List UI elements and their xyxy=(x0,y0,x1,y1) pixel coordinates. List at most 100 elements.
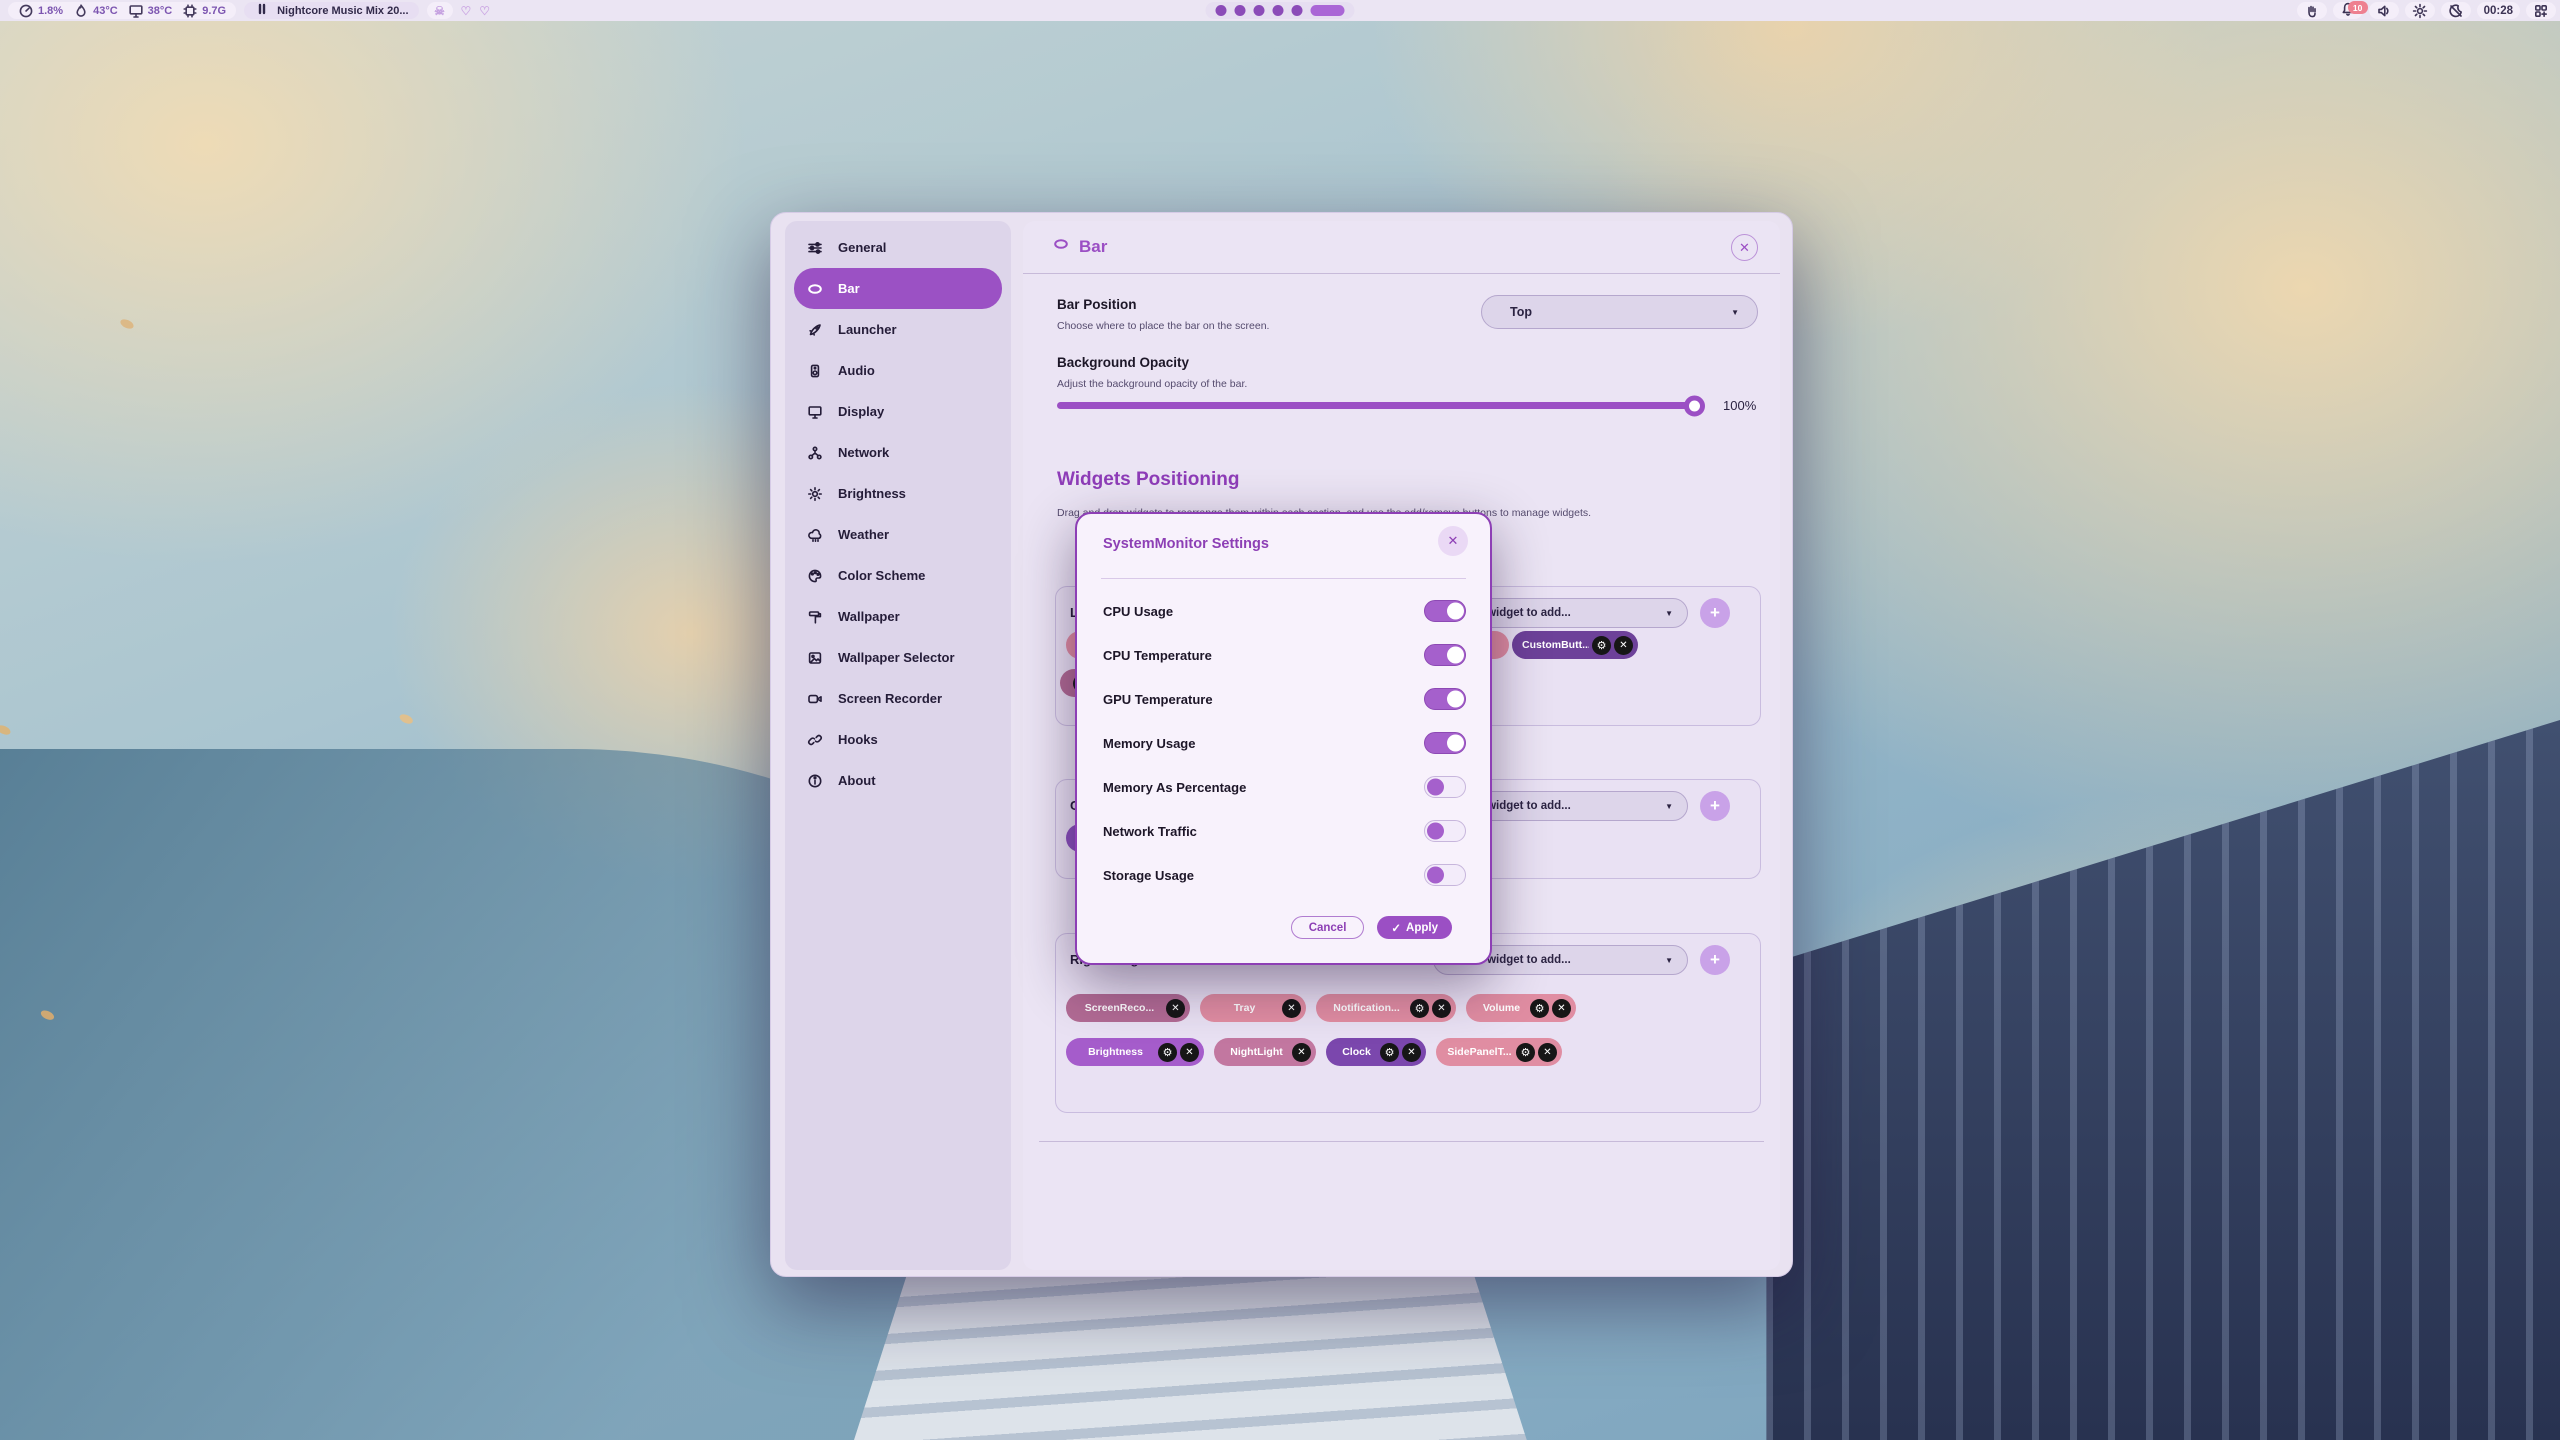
remove-widget-icon[interactable]: ✕ xyxy=(1538,1043,1557,1062)
link-icon xyxy=(807,732,824,748)
settings-sidebar: GeneralBarLauncherAudioDisplayNetworkBri… xyxy=(785,221,1011,1270)
sidebar-item-color-scheme[interactable]: Color Scheme xyxy=(794,555,1002,596)
workspace-indicator[interactable] xyxy=(1206,2,1355,19)
skull-icon[interactable]: ☠ xyxy=(427,2,453,19)
brightness-button[interactable] xyxy=(2405,2,2435,19)
heart-icon[interactable]: ♡ xyxy=(461,4,472,18)
widget-settings-icon[interactable]: ⚙ xyxy=(1516,1043,1535,1062)
widget-settings-icon[interactable]: ⚙ xyxy=(1158,1043,1177,1062)
sidebar-item-wallpaper[interactable]: Wallpaper xyxy=(794,596,1002,637)
dashboard-button[interactable] xyxy=(2526,2,2556,19)
sidebar-item-about[interactable]: About xyxy=(794,760,1002,801)
info-icon xyxy=(807,773,824,789)
toggle-network-traffic[interactable] xyxy=(1424,820,1466,842)
remove-widget-icon[interactable]: ✕ xyxy=(1614,636,1633,655)
opacity-slider[interactable] xyxy=(1057,402,1701,409)
widget-chip-custombutt[interactable]: CustomButt...⚙✕ xyxy=(1512,631,1638,659)
sidebar-item-network[interactable]: Network xyxy=(794,432,1002,473)
sidebar-item-general[interactable]: General xyxy=(794,227,1002,268)
monitor-icon xyxy=(128,3,144,19)
remove-widget-icon[interactable]: ✕ xyxy=(1166,999,1185,1018)
check-icon: ✓ xyxy=(1391,921,1401,935)
sidebar-item-wallpaper-selector[interactable]: Wallpaper Selector xyxy=(794,637,1002,678)
sidebar-item-bar[interactable]: Bar xyxy=(794,268,1002,309)
sidebar-item-display[interactable]: Display xyxy=(794,391,1002,432)
cancel-button[interactable]: Cancel xyxy=(1291,916,1365,939)
widget-chip-notification[interactable]: Notification...⚙✕ xyxy=(1316,994,1456,1022)
network-icon xyxy=(807,445,824,461)
toggle-memory-as-percentage[interactable] xyxy=(1424,776,1466,798)
dialog-row-network-traffic: Network Traffic xyxy=(1103,816,1466,846)
remove-widget-icon[interactable]: ✕ xyxy=(1402,1043,1421,1062)
tray-app-icon[interactable] xyxy=(2297,2,2327,19)
sidebar-item-brightness[interactable]: Brightness xyxy=(794,473,1002,514)
widget-chip-brightness[interactable]: Brightness⚙✕ xyxy=(1066,1038,1204,1066)
remove-widget-icon[interactable]: ✕ xyxy=(1292,1043,1311,1062)
header-divider xyxy=(1023,273,1780,274)
dialog-row-cpu-temperature: CPU Temperature xyxy=(1103,640,1466,670)
toggle-cpu-temperature[interactable] xyxy=(1424,644,1466,666)
toggle-storage-usage[interactable] xyxy=(1424,864,1466,886)
widget-settings-icon[interactable]: ⚙ xyxy=(1592,636,1611,655)
add-widget-button[interactable]: + xyxy=(1700,791,1730,821)
remove-widget-icon[interactable]: ✕ xyxy=(1282,999,1301,1018)
toggle-gpu-temperature[interactable] xyxy=(1424,688,1466,710)
night-light-button[interactable] xyxy=(2441,2,2471,19)
add-widget-button[interactable]: + xyxy=(1700,945,1730,975)
sidebar-item-audio[interactable]: Audio xyxy=(794,350,1002,391)
stat-gauge: 1.8% xyxy=(18,3,63,19)
workspace-dot[interactable] xyxy=(1216,5,1227,16)
widget-chip-nightlight[interactable]: NightLight✕ xyxy=(1214,1038,1316,1066)
topbar-left-group: 1.8%43°C38°C9.7G Nightcore Music Mix 20.… xyxy=(8,0,490,21)
stat-flame: 43°C xyxy=(73,3,118,19)
widget-settings-icon[interactable]: ⚙ xyxy=(1530,999,1549,1018)
media-player-pill[interactable]: Nightcore Music Mix 20... xyxy=(244,2,418,19)
remove-widget-icon[interactable]: ✕ xyxy=(1552,999,1571,1018)
widget-chip-sidepanelt[interactable]: SidePanelT...⚙✕ xyxy=(1436,1038,1562,1066)
widget-chip-clock[interactable]: Clock⚙✕ xyxy=(1326,1038,1426,1066)
heart-icon[interactable]: ♡ xyxy=(479,4,490,18)
media-title: Nightcore Music Mix 20... xyxy=(277,5,408,17)
dialog-buttons: Cancel ✓ Apply xyxy=(1291,916,1452,939)
notifications-button[interactable]: 10 xyxy=(2333,2,2363,19)
bar-oval-icon xyxy=(1053,236,1069,257)
camera-icon xyxy=(807,691,824,707)
widget-chip-tray[interactable]: Tray✕ xyxy=(1200,994,1306,1022)
system-stats-pill[interactable]: 1.8%43°C38°C9.7G xyxy=(8,2,236,19)
topbar-right-group: 10 00:28 xyxy=(2297,0,2556,21)
dialog-close-button[interactable]: ✕ xyxy=(1438,526,1468,556)
sidebar-item-hooks[interactable]: Hooks xyxy=(794,719,1002,760)
chevron-down-icon: ▼ xyxy=(1665,956,1673,965)
apply-button[interactable]: ✓ Apply xyxy=(1377,916,1452,939)
workspace-active[interactable] xyxy=(1311,5,1345,16)
close-settings-button[interactable]: ✕ xyxy=(1731,234,1758,261)
workspace-dot[interactable] xyxy=(1292,5,1303,16)
add-widget-button[interactable]: + xyxy=(1700,598,1730,628)
toggle-memory-usage[interactable] xyxy=(1424,732,1466,754)
widget-settings-icon[interactable]: ⚙ xyxy=(1380,1043,1399,1062)
dialog-row-storage-usage: Storage Usage xyxy=(1103,860,1466,890)
clock[interactable]: 00:28 xyxy=(2477,2,2520,19)
widget-chip-volume[interactable]: Volume⚙✕ xyxy=(1466,994,1576,1022)
bar-position-select[interactable]: Top ▼ xyxy=(1481,295,1758,329)
remove-widget-icon[interactable]: ✕ xyxy=(1432,999,1451,1018)
slider-knob[interactable] xyxy=(1684,395,1705,416)
widget-chip-screenreco[interactable]: ScreenReco...✕ xyxy=(1066,994,1190,1022)
gauge-icon xyxy=(18,3,34,19)
toggle-cpu-usage[interactable] xyxy=(1424,600,1466,622)
volume-button[interactable] xyxy=(2369,2,2399,19)
workspace-dot[interactable] xyxy=(1235,5,1246,16)
workspace-dot[interactable] xyxy=(1273,5,1284,16)
sidebar-item-launcher[interactable]: Launcher xyxy=(794,309,1002,350)
remove-widget-icon[interactable]: ✕ xyxy=(1180,1043,1199,1062)
opacity-desc: Adjust the background opacity of the bar… xyxy=(1057,378,1247,390)
stat-monitor: 38°C xyxy=(128,3,173,19)
chevron-down-icon: ▼ xyxy=(1665,802,1673,811)
sidebar-item-screen-recorder[interactable]: Screen Recorder xyxy=(794,678,1002,719)
workspace-dot[interactable] xyxy=(1254,5,1265,16)
widget-settings-icon[interactable]: ⚙ xyxy=(1410,999,1429,1018)
pause-icon[interactable] xyxy=(254,1,270,20)
dialog-row-cpu-usage: CPU Usage xyxy=(1103,596,1466,626)
sidebar-item-weather[interactable]: Weather xyxy=(794,514,1002,555)
section-divider xyxy=(1039,1141,1764,1142)
